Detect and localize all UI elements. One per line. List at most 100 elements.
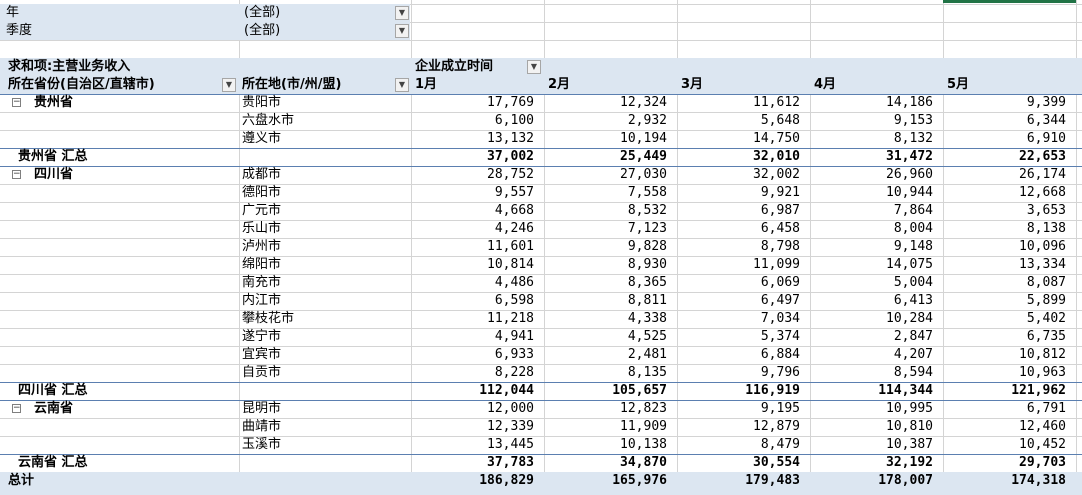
city-label[interactable]: 曲靖市 <box>242 418 407 436</box>
subtotal-cell[interactable]: 32,192 <box>810 454 933 472</box>
value-cell[interactable]: 10,138 <box>544 436 667 454</box>
city-label[interactable]: 绵阳市 <box>242 256 407 274</box>
city-label[interactable]: 成都市 <box>242 166 407 184</box>
value-cell[interactable]: 12,668 <box>943 184 1066 202</box>
value-cell[interactable]: 13,445 <box>411 436 534 454</box>
value-cell[interactable]: 10,814 <box>411 256 534 274</box>
value-cell[interactable]: 10,284 <box>810 310 933 328</box>
value-cell[interactable]: 9,796 <box>677 364 800 382</box>
grand-total-cell[interactable]: 174,318 <box>943 472 1066 490</box>
filter-dropdown-arrow-icon[interactable]: ▼ <box>395 6 409 20</box>
value-cell[interactable]: 32,002 <box>677 166 800 184</box>
filter-value[interactable]: (全部) <box>244 22 384 40</box>
subtotal-cell[interactable]: 22,653 <box>943 148 1066 166</box>
grand-total-cell[interactable]: 186,829 <box>411 472 534 490</box>
value-cell[interactable]: 8,135 <box>544 364 667 382</box>
value-cell[interactable]: 4,338 <box>544 310 667 328</box>
value-cell[interactable]: 9,148 <box>810 238 933 256</box>
value-cell[interactable]: 12,879 <box>677 418 800 436</box>
value-cell[interactable]: 4,246 <box>411 220 534 238</box>
subtotal-cell[interactable]: 29,703 <box>943 454 1066 472</box>
filter-dropdown-arrow-icon[interactable]: ▼ <box>395 24 409 38</box>
value-cell[interactable]: 12,823 <box>544 400 667 418</box>
value-cell[interactable]: 10,944 <box>810 184 933 202</box>
value-cell[interactable]: 9,153 <box>810 112 933 130</box>
value-cell[interactable]: 9,399 <box>943 94 1066 112</box>
subtotal-cell[interactable]: 105,657 <box>544 382 667 400</box>
value-cell[interactable]: 5,402 <box>943 310 1066 328</box>
subtotal-cell[interactable]: 112,044 <box>411 382 534 400</box>
value-cell[interactable]: 2,847 <box>810 328 933 346</box>
value-cell[interactable]: 12,000 <box>411 400 534 418</box>
city-label[interactable]: 乐山市 <box>242 220 407 238</box>
city-label[interactable]: 南充市 <box>242 274 407 292</box>
value-cell[interactable]: 26,174 <box>943 166 1066 184</box>
province-label[interactable]: 云南省 <box>34 400 234 418</box>
value-cell[interactable]: 6,458 <box>677 220 800 238</box>
value-cell[interactable]: 8,479 <box>677 436 800 454</box>
value-cell[interactable]: 8,087 <box>943 274 1066 292</box>
value-cell[interactable]: 2,481 <box>544 346 667 364</box>
value-cell[interactable]: 10,194 <box>544 130 667 148</box>
value-cell[interactable]: 6,910 <box>943 130 1066 148</box>
value-cell[interactable]: 8,138 <box>943 220 1066 238</box>
value-cell[interactable]: 13,334 <box>943 256 1066 274</box>
value-cell[interactable]: 6,735 <box>943 328 1066 346</box>
city-label[interactable]: 玉溪市 <box>242 436 407 454</box>
city-label[interactable]: 自贡市 <box>242 364 407 382</box>
value-cell[interactable]: 11,601 <box>411 238 534 256</box>
city-label[interactable]: 贵阳市 <box>242 94 407 112</box>
value-cell[interactable]: 6,884 <box>677 346 800 364</box>
value-cell[interactable]: 11,218 <box>411 310 534 328</box>
value-cell[interactable]: 4,668 <box>411 202 534 220</box>
value-cell[interactable]: 9,921 <box>677 184 800 202</box>
value-cell[interactable]: 7,034 <box>677 310 800 328</box>
value-cell[interactable]: 26,960 <box>810 166 933 184</box>
value-cell[interactable]: 4,941 <box>411 328 534 346</box>
city-label[interactable]: 六盘水市 <box>242 112 407 130</box>
value-cell[interactable]: 13,132 <box>411 130 534 148</box>
city-label[interactable]: 遵义市 <box>242 130 407 148</box>
value-cell[interactable]: 11,909 <box>544 418 667 436</box>
value-cell[interactable]: 6,987 <box>677 202 800 220</box>
value-cell[interactable]: 9,828 <box>544 238 667 256</box>
city-label[interactable]: 遂宁市 <box>242 328 407 346</box>
city-label[interactable]: 广元市 <box>242 202 407 220</box>
collapse-minus-icon[interactable]: − <box>12 170 21 179</box>
value-cell[interactable]: 10,387 <box>810 436 933 454</box>
grand-total-cell[interactable]: 179,483 <box>677 472 800 490</box>
value-cell[interactable]: 7,864 <box>810 202 933 220</box>
value-cell[interactable]: 9,195 <box>677 400 800 418</box>
value-cell[interactable]: 9,557 <box>411 184 534 202</box>
value-cell[interactable]: 4,486 <box>411 274 534 292</box>
province-label[interactable]: 贵州省 <box>34 94 234 112</box>
grand-total-cell[interactable]: 178,007 <box>810 472 933 490</box>
value-cell[interactable]: 6,100 <box>411 112 534 130</box>
value-cell[interactable]: 10,812 <box>943 346 1066 364</box>
collapse-minus-icon[interactable]: − <box>12 98 21 107</box>
value-cell[interactable]: 6,413 <box>810 292 933 310</box>
value-cell[interactable]: 12,460 <box>943 418 1066 436</box>
value-cell[interactable]: 14,075 <box>810 256 933 274</box>
value-cell[interactable]: 6,791 <box>943 400 1066 418</box>
province-label[interactable]: 四川省 <box>34 166 234 184</box>
value-cell[interactable]: 3,653 <box>943 202 1066 220</box>
value-cell[interactable]: 7,123 <box>544 220 667 238</box>
subtotal-cell[interactable]: 32,010 <box>677 148 800 166</box>
value-cell[interactable]: 6,344 <box>943 112 1066 130</box>
value-cell[interactable]: 8,132 <box>810 130 933 148</box>
subtotal-cell[interactable]: 25,449 <box>544 148 667 166</box>
value-cell[interactable]: 27,030 <box>544 166 667 184</box>
value-cell[interactable]: 10,096 <box>943 238 1066 256</box>
subtotal-cell[interactable]: 30,554 <box>677 454 800 472</box>
subtotal-cell[interactable]: 37,783 <box>411 454 534 472</box>
province-filter-dropdown-arrow-icon[interactable]: ▼ <box>222 78 236 92</box>
city-label[interactable]: 泸州市 <box>242 238 407 256</box>
value-cell[interactable]: 10,452 <box>943 436 1066 454</box>
filter-value[interactable]: (全部) <box>244 4 384 22</box>
value-cell[interactable]: 2,932 <box>544 112 667 130</box>
value-cell[interactable]: 5,004 <box>810 274 933 292</box>
subtotal-cell[interactable]: 121,962 <box>943 382 1066 400</box>
value-cell[interactable]: 5,648 <box>677 112 800 130</box>
city-label[interactable]: 攀枝花市 <box>242 310 407 328</box>
